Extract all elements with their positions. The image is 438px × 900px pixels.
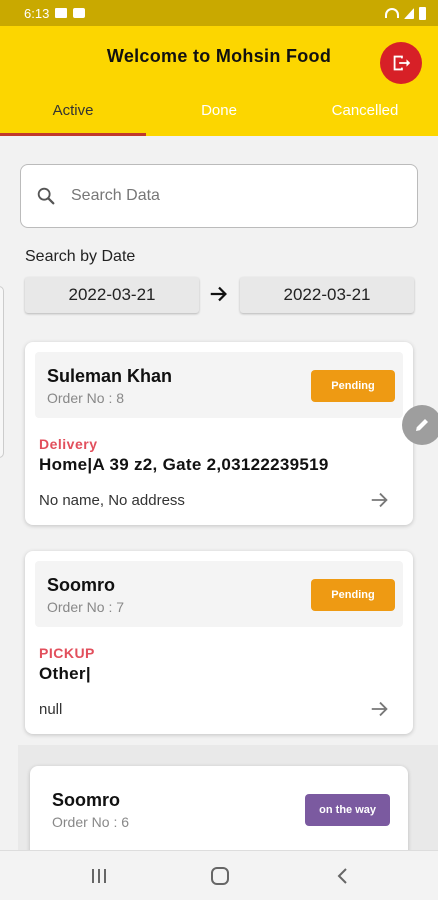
status-badge: Pending [311,579,395,611]
search-field[interactable] [20,164,418,228]
date-range-arrow-icon [208,283,230,305]
search-input[interactable] [71,187,371,205]
tab-active[interactable]: Active [0,96,146,136]
order-type: Delivery [39,436,98,452]
arrow-right-icon[interactable] [369,489,391,511]
message-notification-icon [73,8,86,18]
status-bar: 6:13 [0,0,438,26]
order-card-header: Soomro Order No : 6 on the way [40,776,398,842]
order-address: Home|A 39 z2, Gate 2,03122239519 [39,455,329,474]
logout-icon [393,55,411,71]
order-number: Order No : 7 [47,599,125,615]
order-address: Other| [39,664,91,683]
battery-icon [419,6,426,20]
logout-button[interactable] [380,42,422,84]
side-drawer-handle[interactable] [0,286,4,458]
order-note: No name, No address [39,492,185,509]
start-date-button[interactable]: 2022-03-21 [25,277,199,313]
order-number: Order No : 8 [47,390,125,406]
home-button[interactable] [209,865,231,887]
customer-name: Suleman Khan [47,366,173,386]
recent-apps-icon [92,869,106,883]
recent-apps-button[interactable] [88,865,110,887]
search-icon [35,185,57,207]
status-time: 6:13 [24,5,50,21]
arrow-right-icon[interactable] [369,698,391,720]
end-date-button[interactable]: 2022-03-21 [240,277,414,313]
system-navigation-bar [0,850,438,900]
home-icon [211,867,229,885]
pencil-icon [416,419,428,431]
order-card-header: Suleman Khan Order No : 8 Pending [35,352,403,418]
page-title: Welcome to Mohsin Food [106,46,332,66]
order-card[interactable]: Soomro Order No : 7 Pending PICKUP Other… [25,551,413,734]
edit-button[interactable] [402,405,438,445]
tab-done[interactable]: Done [146,96,292,136]
app-bar: Welcome to Mohsin Food Active Done Cance… [0,26,438,136]
gallery-notification-icon [55,8,68,18]
status-badge: on the way [305,794,390,826]
order-note: null [39,701,63,718]
signal-icon [404,7,414,19]
status-badge: Pending [311,370,395,402]
date-filter-label: Search by Date [25,248,136,265]
order-tabs: Active Done Cancelled [0,96,438,136]
wifi-icon [385,8,399,18]
order-card-header: Soomro Order No : 7 Pending [35,561,403,627]
customer-name: Soomro [52,790,121,810]
back-icon [337,868,347,884]
order-number: Order No : 6 [52,814,130,830]
order-card[interactable]: Suleman Khan Order No : 8 Pending Delive… [25,342,413,525]
order-type: PICKUP [39,645,95,661]
customer-name: Soomro [47,575,116,595]
tab-cancelled[interactable]: Cancelled [292,96,438,136]
back-button[interactable] [332,865,354,887]
